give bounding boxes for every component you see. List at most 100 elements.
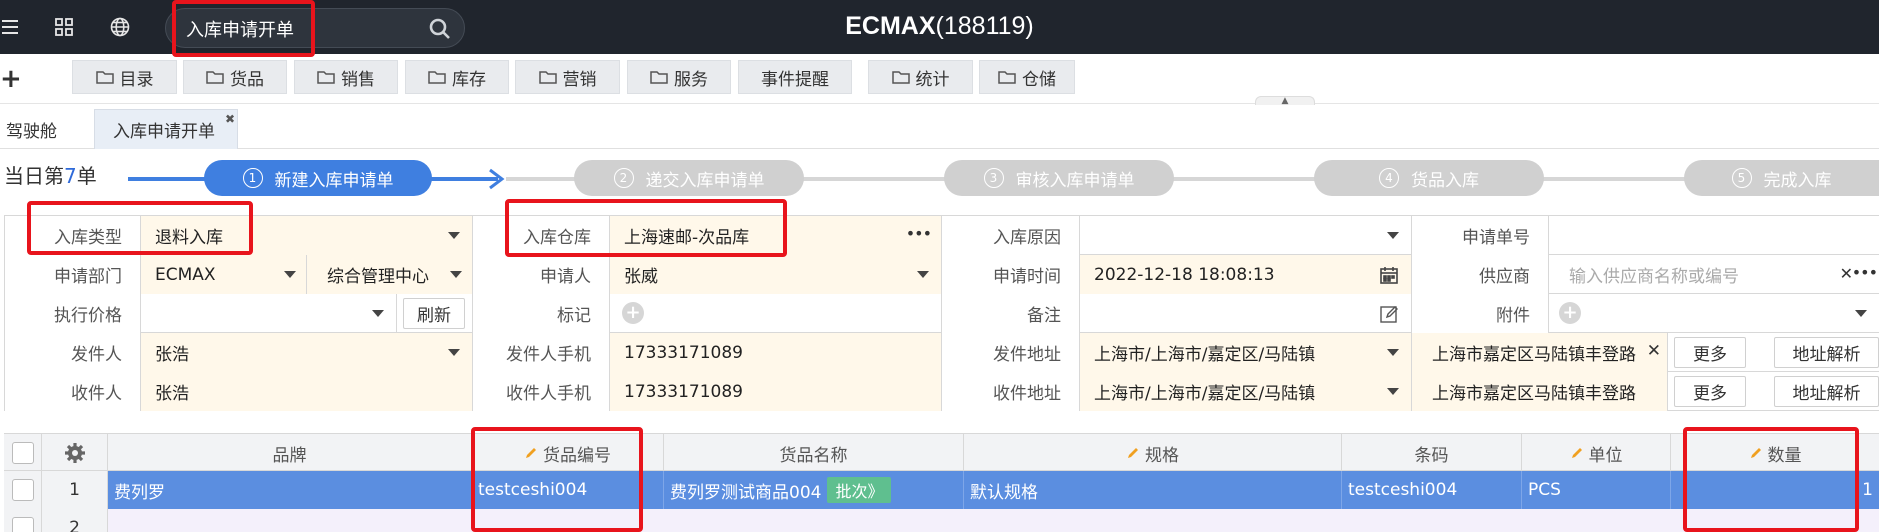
cell-brand[interactable]: 费列罗 — [108, 471, 472, 509]
select-all-checkbox[interactable] — [11, 442, 34, 464]
tab-inbound-request[interactable]: 入库申请开单 ✖ — [94, 109, 238, 149]
nav-item-sales[interactable]: 销售 — [294, 60, 398, 94]
col-code-label: 货品编号 — [543, 445, 611, 466]
address-parse-button[interactable]: 地址解析 — [1774, 337, 1879, 368]
sender-addr-value: 上海市/上海市/嘉定区/马陆镇 — [1094, 345, 1316, 365]
nav-item-label: 库存 — [452, 69, 486, 90]
apply-time-field[interactable]: 2022-12-18 18:08:13 — [1080, 255, 1412, 294]
applicant-select[interactable]: 张威 — [610, 255, 942, 294]
nav-item-inventory[interactable]: 库存 — [405, 60, 509, 94]
col-code[interactable]: 货品编号 — [472, 434, 664, 472]
arrow-right-icon — [489, 168, 505, 190]
more-dots-icon[interactable]: ••• — [906, 224, 932, 243]
col-spec[interactable]: 规格 — [964, 434, 1342, 472]
cell-name[interactable]: 费列罗测试商品004 批次》 — [664, 471, 964, 509]
applicant-label: 申请人 — [473, 255, 610, 294]
add-attachment-icon[interactable]: + — [1559, 302, 1581, 324]
cell-unit[interactable]: PCS — [1522, 471, 1671, 509]
sender-addr-select[interactable]: 上海市/上海市/嘉定区/马陆镇 — [1080, 333, 1412, 372]
progress-steps: 当日第7单 1 新建入库申请单 2 递交入库申请单 3 审核入库申请单 4 货品入库 5… — [0, 150, 1879, 208]
col-qty[interactable]: 数量 — [1671, 434, 1879, 472]
nav-item-label: 服务 — [674, 69, 708, 90]
address-parse-button[interactable]: 地址解析 — [1774, 376, 1879, 407]
inbound-type-select[interactable]: 退料入库 — [141, 216, 473, 255]
inbound-type-label: 入库类型 — [4, 216, 141, 255]
table-row[interactable]: 1 费列罗 testceshi004 费列罗测试商品004 批次》 默认规格 te… — [4, 471, 1879, 509]
form-row-4: 发件人 张浩 发件人手机 17333171089 发件地址 上海市/上海市/嘉定… — [4, 333, 1879, 372]
col-unit-label: 单位 — [1588, 445, 1623, 466]
batch-badge[interactable]: 批次》 — [827, 477, 892, 503]
reason-label: 入库原因 — [942, 216, 1080, 255]
step-4: 4 货品入库 — [1314, 160, 1544, 196]
sender-addr-detail-field[interactable]: 上海市嘉定区马陆镇丰登路 ✕ — [1412, 333, 1668, 372]
nav-item-marketing[interactable]: 营销 — [515, 60, 620, 94]
row-checkbox[interactable] — [11, 479, 34, 501]
receiver-field[interactable]: 张浩 — [141, 372, 473, 411]
chevron-down-icon — [917, 271, 929, 278]
refresh-button[interactable]: 刷新 — [403, 298, 465, 329]
remark-field[interactable] — [1080, 294, 1412, 333]
cell-code[interactable]: testceshi004 — [472, 471, 664, 509]
receiver-phone-field[interactable]: 17333171089 — [610, 372, 942, 411]
applicant-value: 张威 — [624, 267, 658, 287]
folder-icon — [891, 71, 910, 84]
chevron-down-icon — [448, 232, 460, 239]
dept-center-value: 综合管理中心 — [327, 267, 429, 287]
reason-select[interactable] — [1080, 216, 1412, 255]
nav-item-catalog[interactable]: 目录 — [72, 60, 177, 94]
warehouse-select[interactable]: 上海速邮-次品库 ••• — [610, 216, 942, 255]
cell-qty[interactable]: 1 — [1671, 471, 1879, 509]
apply-no-field[interactable] — [1549, 216, 1879, 255]
receiver-actions: 更多 地址解析 — [1668, 372, 1879, 411]
receiver-addr-select[interactable]: 上海市/上海市/嘉定区/马陆镇 — [1080, 372, 1412, 411]
more-button[interactable]: 更多 — [1674, 376, 1746, 407]
nav-item-goods[interactable]: 货品 — [183, 60, 287, 94]
gear-icon[interactable] — [64, 442, 86, 464]
more-button[interactable]: 更多 — [1674, 337, 1746, 368]
receiver-addr-detail-field[interactable]: 上海市嘉定区马陆镇丰登路 — [1412, 372, 1668, 411]
sender-select[interactable]: 张浩 — [141, 333, 473, 372]
nav-item-statistics[interactable]: 统计 — [868, 60, 973, 94]
col-barcode[interactable]: 条码 — [1342, 434, 1522, 472]
mark-field[interactable]: + — [610, 294, 942, 333]
row-select-cell — [4, 471, 42, 509]
nav-item-event-reminder[interactable]: 事件提醒 — [738, 60, 852, 94]
sender-actions: 更多 地址解析 — [1668, 333, 1879, 372]
clear-icon[interactable]: ✕ — [1647, 341, 1661, 361]
sender-value: 张浩 — [155, 345, 189, 365]
cell-spec[interactable]: 默认规格 — [964, 471, 1342, 509]
dept-center-select[interactable]: 综合管理中心 — [307, 255, 473, 294]
dept-select[interactable]: ECMAX — [141, 255, 307, 294]
empty-row-cells[interactable] — [108, 509, 1879, 532]
more-dots-icon[interactable]: ••• — [1852, 263, 1878, 282]
nav-item-service[interactable]: 服务 — [627, 60, 731, 94]
today-prefix: 当日第 — [4, 164, 64, 188]
supplier-input[interactable]: 输入供应商名称或编号 ✕ ••• — [1549, 255, 1879, 294]
row-index: 2 — [42, 509, 108, 532]
col-unit[interactable]: 单位 — [1522, 434, 1671, 472]
tab-label: 入库申请开单 — [113, 122, 215, 142]
add-mark-icon[interactable]: + — [622, 302, 644, 324]
sender-label: 发件人 — [4, 333, 141, 372]
step-label: 审核入库申请单 — [1015, 170, 1135, 191]
grid-settings[interactable] — [42, 434, 108, 472]
apply-time-label: 申请时间 — [942, 255, 1080, 294]
exec-price-select[interactable] — [141, 294, 397, 333]
row-checkbox[interactable] — [11, 517, 34, 532]
module-nav: + 目录 货品 销售 库存 营销 服务 事件提醒 统计 仓储 ▲ — [0, 54, 1879, 106]
close-icon[interactable]: ✖ — [225, 112, 235, 126]
sender-addr-detail-value: 上海市嘉定区马陆镇丰登路 — [1432, 345, 1636, 365]
pencil-icon — [1750, 448, 1761, 458]
sender-phone-field[interactable]: 17333171089 — [610, 333, 942, 372]
tab-cockpit[interactable]: 驾驶舱 — [6, 109, 57, 149]
calendar-icon[interactable] — [1379, 265, 1399, 285]
cell-barcode[interactable]: testceshi004 — [1342, 471, 1522, 509]
add-icon[interactable]: + — [0, 64, 22, 94]
edit-icon[interactable] — [1379, 304, 1399, 324]
col-brand[interactable]: 品牌 — [108, 434, 472, 472]
attachment-field[interactable]: + — [1549, 294, 1879, 333]
nav-item-warehouse[interactable]: 仓储 — [979, 60, 1075, 94]
col-name[interactable]: 货品名称 — [664, 434, 964, 472]
table-row[interactable]: 2 — [4, 509, 1879, 532]
folder-icon — [538, 71, 557, 84]
